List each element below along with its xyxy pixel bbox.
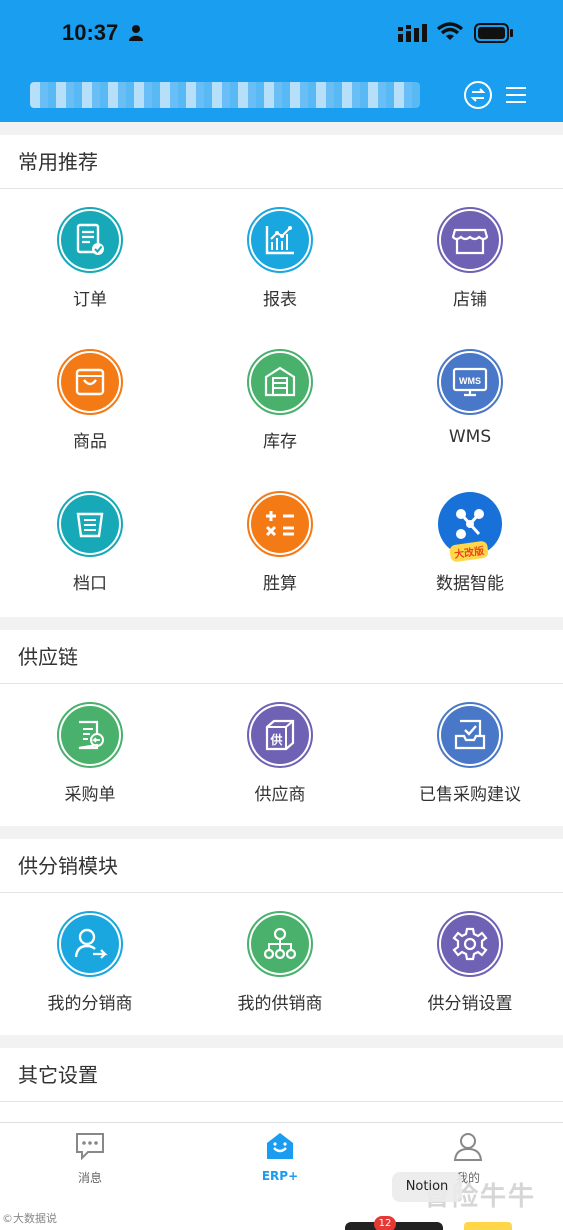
signal-icon xyxy=(398,24,427,42)
grid-item-distribution-settings[interactable]: 供分销设置 xyxy=(376,911,563,1014)
grid-item-purchase-order[interactable]: 采购单 xyxy=(0,702,184,805)
grid-item-product[interactable]: 商品 xyxy=(0,349,184,452)
label-purchase-order: 采购单 xyxy=(64,785,116,805)
section-title-other: 其它设置 xyxy=(0,1048,563,1102)
wms-monitor-icon: WMS xyxy=(452,367,488,397)
section-title-common: 常用推荐 xyxy=(0,135,563,189)
grid-item-wms[interactable]: WMS WMS xyxy=(376,349,563,447)
purchase-order-icon xyxy=(78,720,104,750)
settings-gear-icon xyxy=(452,927,488,961)
status-bar: 10:37 xyxy=(0,0,563,70)
purchase-suggestion-icon xyxy=(454,719,486,750)
label-wms: WMS xyxy=(448,427,492,447)
tab-label-messages: 消息 xyxy=(77,1171,102,1185)
yellow-button-edge xyxy=(464,1222,512,1230)
grid-item-my-distributor[interactable]: 我的分销商 xyxy=(0,911,184,1014)
label-supplier: 供应商 xyxy=(254,785,306,805)
profile-icon xyxy=(453,1133,483,1161)
product-bag-icon xyxy=(75,368,105,396)
grid-item-purchase-suggestion[interactable]: 已售采购建议 xyxy=(376,702,563,805)
supplier-box-icon: 供 xyxy=(265,719,295,751)
grid-item-data-intelligence[interactable]: 大改版 数据智能 xyxy=(376,491,563,594)
calculator-icon xyxy=(265,511,294,537)
grid-item-supplier[interactable]: 供 供应商 xyxy=(186,702,374,805)
section-title-supply: 供应链 xyxy=(0,630,563,684)
report-chart-icon xyxy=(265,226,294,255)
section-supply: 供应链 采购单 供 供应商 已售采购建议 xyxy=(0,630,563,826)
label-order: 订单 xyxy=(73,290,107,310)
supplier-network-icon xyxy=(263,927,297,960)
label-stall: 档口 xyxy=(73,574,107,594)
svg-text:WMS: WMS xyxy=(459,376,481,386)
label-inventory: 库存 xyxy=(263,432,297,452)
blurred-shop-title xyxy=(30,82,420,108)
wifi-icon xyxy=(437,22,463,40)
store-icon xyxy=(451,228,489,255)
grid-item-stall[interactable]: 档口 xyxy=(0,491,184,594)
warehouse-icon xyxy=(264,366,296,397)
label-report: 报表 xyxy=(263,290,297,310)
grid-item-report[interactable]: 报表 xyxy=(186,207,374,310)
person-status-icon xyxy=(129,25,143,41)
menu-icon[interactable] xyxy=(505,85,527,105)
label-calculator: 胜算 xyxy=(263,574,297,594)
grid-item-store[interactable]: 店铺 xyxy=(376,207,563,310)
status-time: 10:37 xyxy=(62,20,119,45)
notification-badge: 12 xyxy=(374,1216,396,1230)
grid-item-my-supplier[interactable]: 我的供销商 xyxy=(186,911,374,1014)
notion-popup[interactable]: Notion xyxy=(392,1172,462,1202)
message-icon xyxy=(76,1133,104,1161)
tab-messages[interactable]: 消息 xyxy=(30,1131,150,1186)
section-title-distribution: 供分销模块 xyxy=(0,839,563,893)
battery-icon xyxy=(474,23,513,43)
grid-item-order[interactable]: 订单 xyxy=(0,207,184,310)
label-my-distributor: 我的分销商 xyxy=(47,994,133,1014)
label-product: 商品 xyxy=(73,432,107,452)
data-intelligence-icon xyxy=(456,509,484,539)
watermark-left: ©大数据说 xyxy=(2,1212,57,1225)
tab-label-erp: ERP+ xyxy=(261,1169,299,1183)
order-list-icon xyxy=(76,223,104,255)
grid-item-inventory[interactable]: 库存 xyxy=(186,349,374,452)
distributor-user-icon xyxy=(74,928,108,959)
new-version-badge: 大改版 xyxy=(449,540,489,563)
stall-box-icon xyxy=(76,512,104,538)
label-my-supplier: 我的供销商 xyxy=(237,994,323,1014)
label-data-intelligence: 数据智能 xyxy=(436,574,504,594)
app-header xyxy=(0,70,563,122)
label-store: 店铺 xyxy=(453,290,487,310)
section-distribution: 供分销模块 我的分销商 我的供销商 供分销设置 xyxy=(0,839,563,1035)
label-distribution-settings: 供分销设置 xyxy=(427,994,513,1014)
label-purchase-suggestion: 已售采购建议 xyxy=(419,785,521,805)
section-other: 其它设置 xyxy=(0,1048,563,1122)
svg-text:供: 供 xyxy=(269,732,282,747)
grid-item-calculator[interactable]: 胜算 xyxy=(186,491,374,594)
tab-erp[interactable]: ERP+ xyxy=(220,1131,340,1183)
section-common: 常用推荐 订单 报表 店铺 商品 库存 WMS WMS 档口 胜算 大改版 数据… xyxy=(0,135,563,617)
switch-account-icon[interactable] xyxy=(463,80,493,110)
erp-home-icon xyxy=(267,1133,293,1159)
